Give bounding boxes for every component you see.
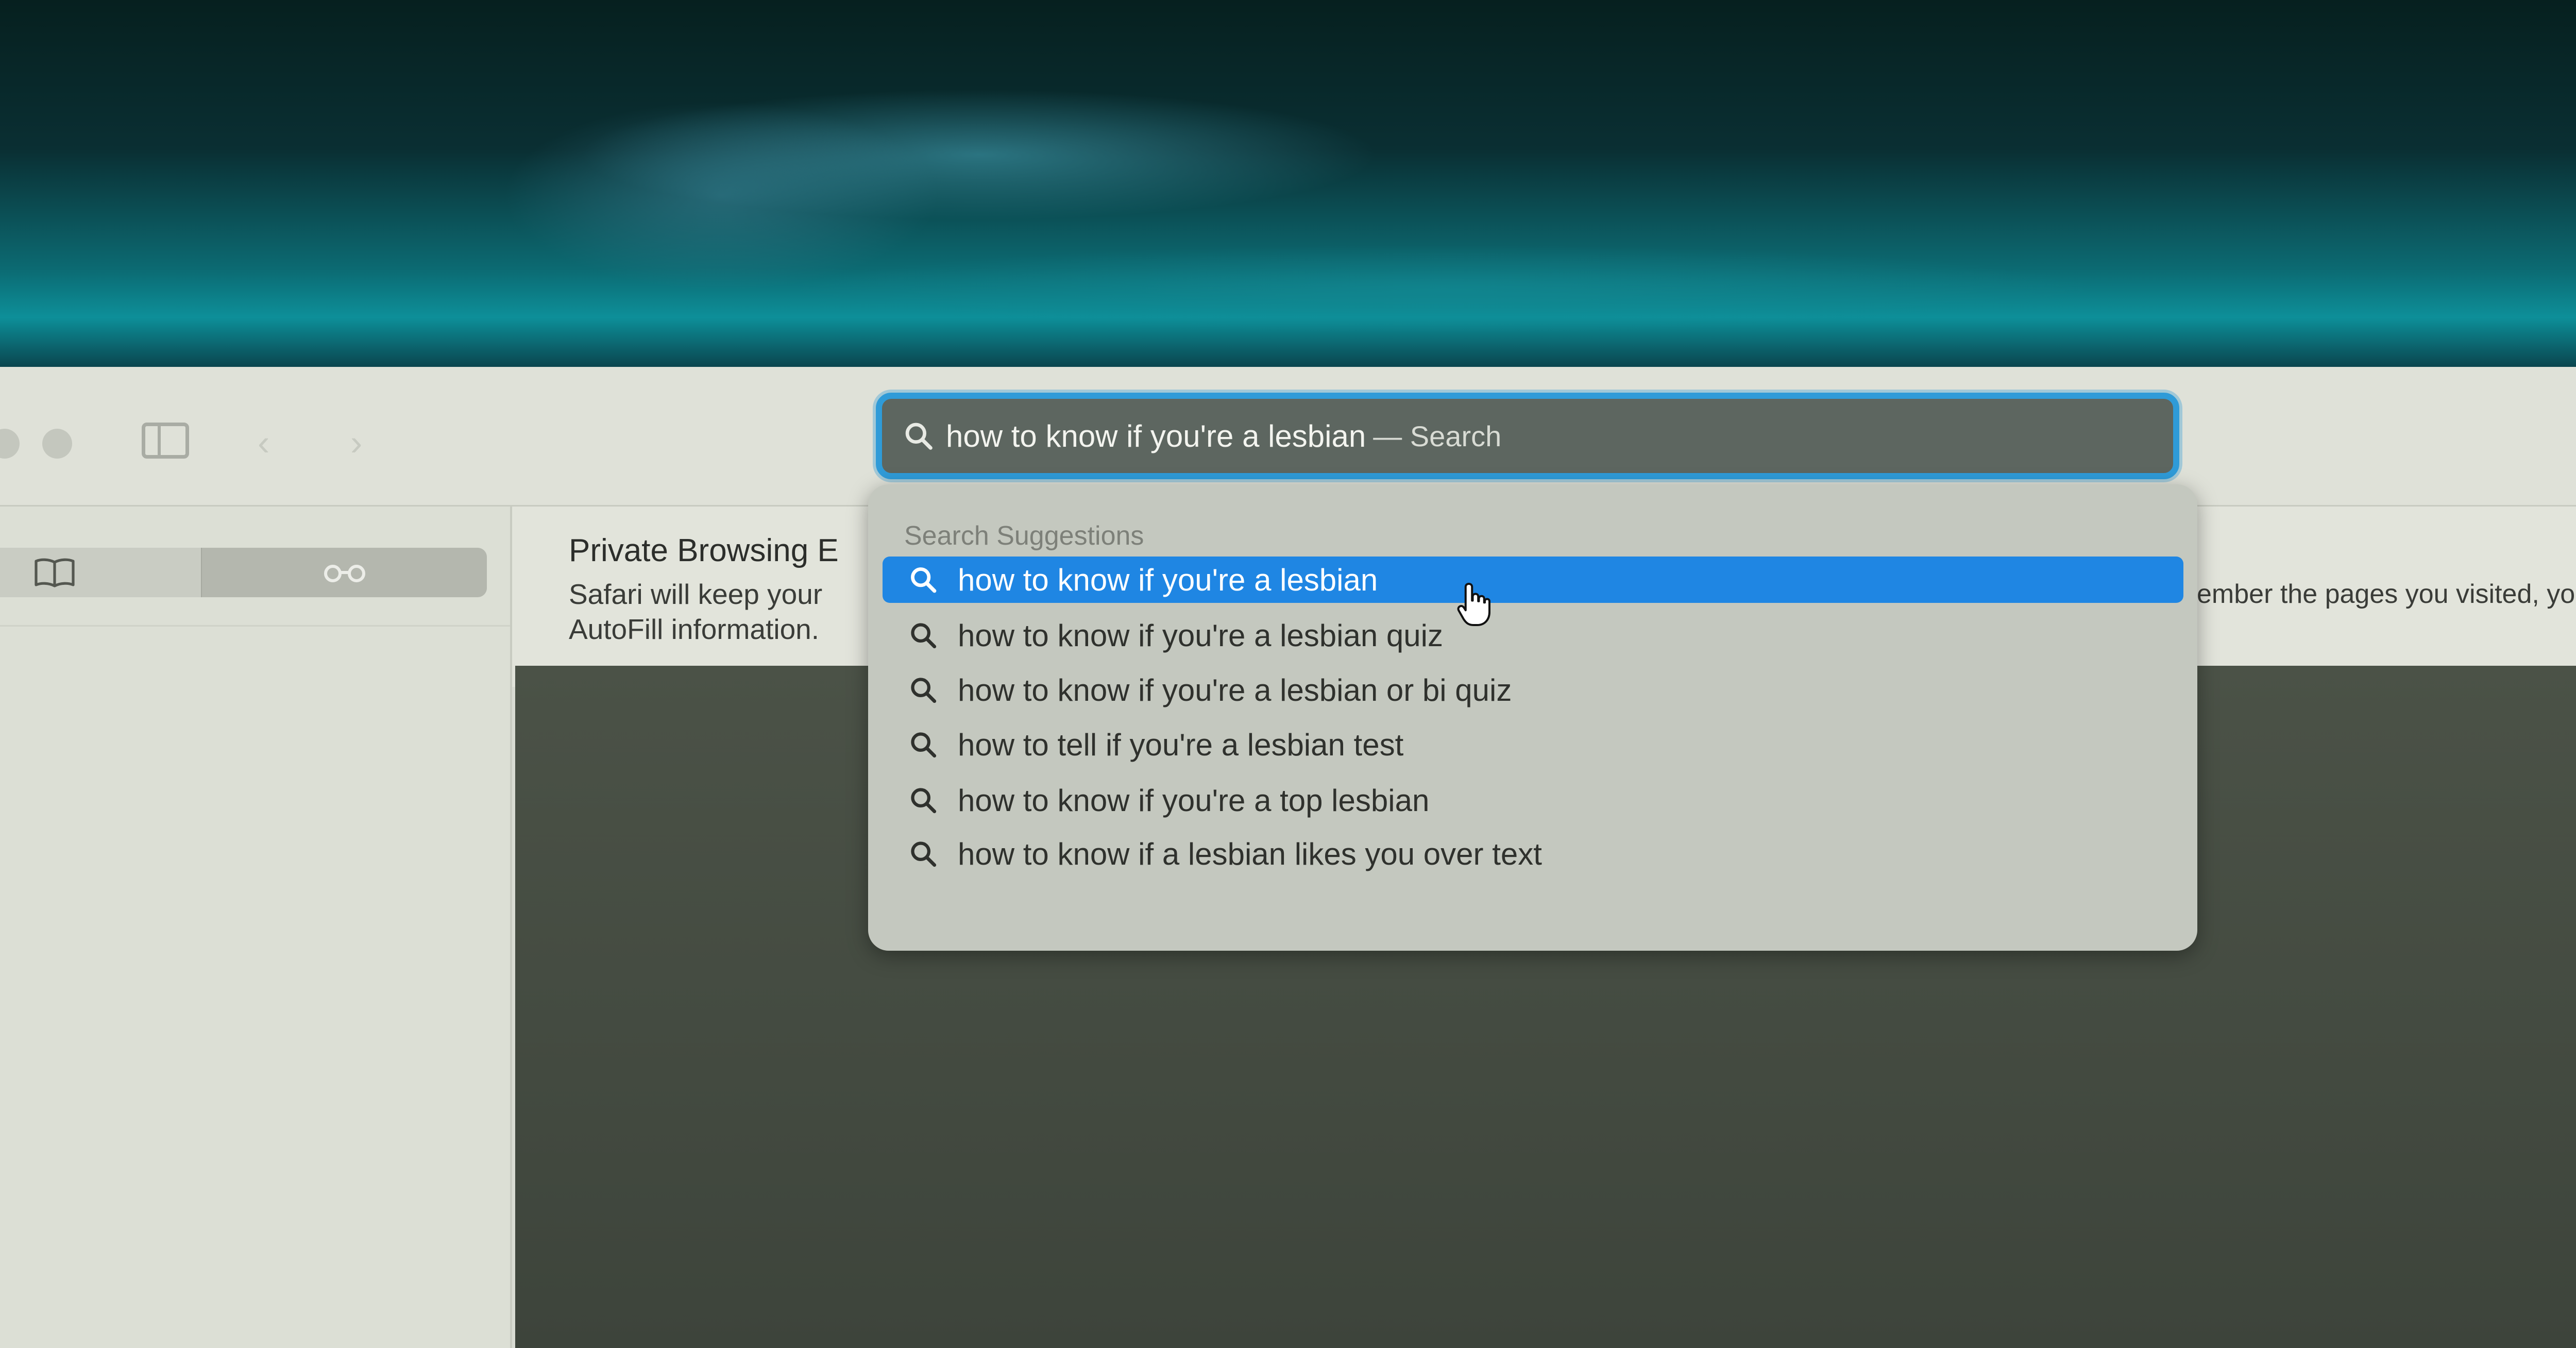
- sidebar-separator: [0, 625, 510, 627]
- sidebar-toggle-icon[interactable]: [142, 423, 189, 459]
- suggestion-label: how to tell if you're a lesbian test: [958, 727, 1404, 762]
- address-query: how to know if you're a lesbian: [946, 418, 1366, 453]
- suggestion-label: how to know if you're a lesbian: [958, 562, 1378, 597]
- address-suffix: — Search: [1373, 419, 1502, 452]
- suggestion-label: how to know if you're a lesbian or bi qu…: [958, 672, 1512, 707]
- suggestion-item[interactable]: how to know if you're a lesbian: [883, 557, 2183, 603]
- sidebar-segmented-control: [0, 548, 487, 597]
- suggestion-label: how to know if you're a top lesbian: [958, 783, 1430, 818]
- suggestion-item[interactable]: how to know if a lesbian likes you over …: [883, 831, 2183, 877]
- search-icon: [905, 423, 933, 450]
- suggestion-item[interactable]: how to know if you're a lesbian quiz: [883, 612, 2183, 659]
- banner-title: Private Browsing E: [569, 533, 839, 568]
- banner-text-line-2: AutoFill information.: [569, 613, 820, 645]
- search-icon: [911, 732, 937, 758]
- suggestion-item[interactable]: how to tell if you're a lesbian test: [883, 721, 2183, 768]
- desktop-wallpaper: [0, 0, 2576, 374]
- search-suggestions-dropdown: Search Suggestions how to know if you're…: [868, 484, 2197, 951]
- search-icon: [911, 788, 937, 814]
- suggestions-header: Search Suggestions: [904, 521, 1144, 551]
- search-icon: [911, 841, 937, 867]
- banner-text-right: ember the pages you visited, you: [2197, 579, 2576, 609]
- book-icon: [35, 558, 75, 587]
- sidebar: [0, 507, 512, 1348]
- suggestion-label: how to know if a lesbian likes you over …: [958, 836, 1542, 871]
- hand-pointer-icon: [1457, 583, 1490, 626]
- suggestion-item[interactable]: how to know if you're a top lesbian: [883, 777, 2183, 823]
- window-control-zoom[interactable]: [42, 429, 72, 459]
- banner-text-line-1: Safari will keep your: [569, 578, 823, 610]
- address-bar[interactable]: how to know if you're a lesbian — Search: [876, 393, 2179, 479]
- reading-list-tab[interactable]: [202, 548, 487, 597]
- suggestion-item[interactable]: how to know if you're a lesbian or bi qu…: [883, 667, 2183, 713]
- search-icon: [911, 623, 937, 649]
- search-icon: [911, 678, 937, 703]
- chevron-right-icon[interactable]: ›: [350, 425, 362, 461]
- bookmarks-tab[interactable]: [0, 548, 201, 597]
- chevron-left-icon[interactable]: ‹: [258, 425, 269, 461]
- suggestion-label: how to know if you're a lesbian quiz: [958, 618, 1443, 653]
- glasses-icon: [324, 565, 365, 582]
- search-icon: [911, 567, 937, 593]
- window-control-minimize[interactable]: [0, 429, 20, 459]
